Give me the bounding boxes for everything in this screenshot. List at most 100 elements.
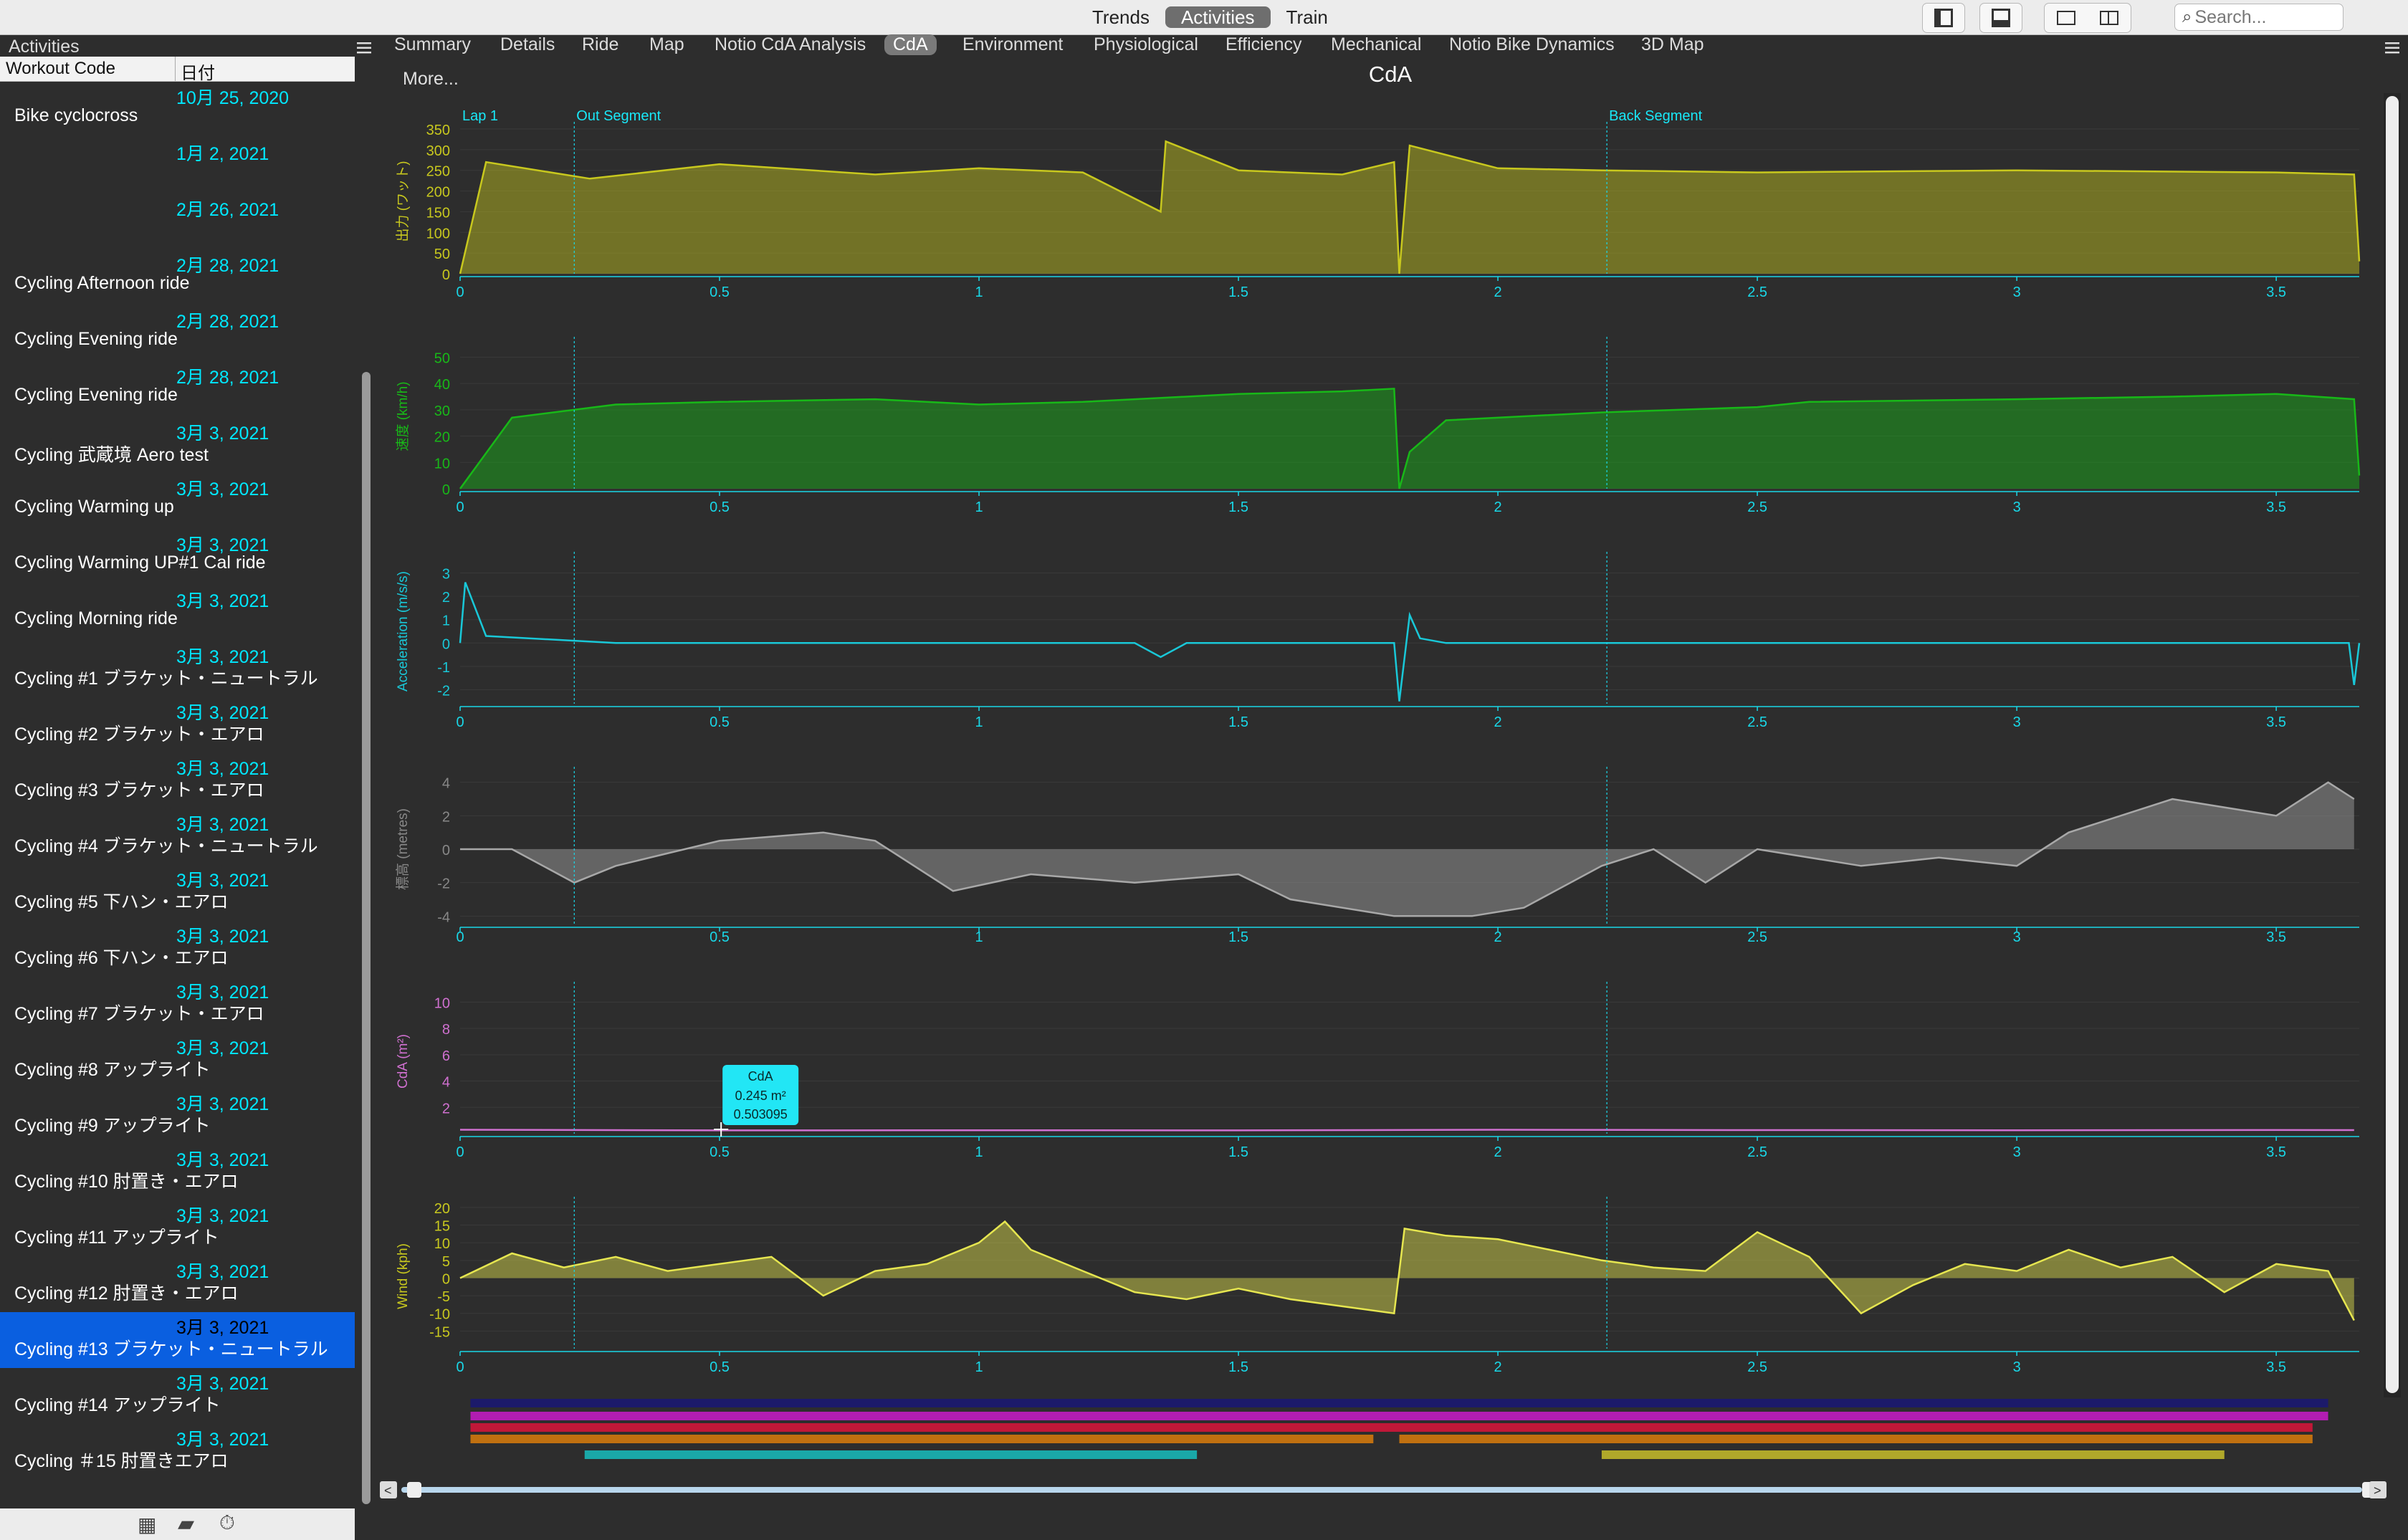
activity-row[interactable]: 3月 3, 2021 Cycling #4 ブラケット・ニュートラル — [0, 809, 355, 865]
activity-name: Cycling Evening ride — [14, 385, 178, 405]
interval-label[interactable]: Lap 1 — [462, 108, 498, 124]
interval-bar[interactable] — [470, 1399, 2328, 1407]
x-tick-label: 0.5 — [710, 1144, 730, 1160]
zoom-track[interactable] — [401, 1487, 2362, 1493]
chevron-left-icon: < — [384, 1483, 392, 1498]
zoom-scrollbar[interactable]: < > — [380, 1479, 2386, 1501]
activity-row[interactable]: 3月 3, 2021 Cycling ＃15 肘置きエアロ — [0, 1424, 355, 1480]
y-tick-label: 150 — [426, 205, 450, 221]
y-axis-label: 速度 (km/h) — [395, 381, 411, 451]
activity-row[interactable]: 10月 25, 2020 Bike cyclocross — [0, 82, 355, 138]
tab-3d-map[interactable]: 3D Map — [1641, 34, 1704, 55]
toggle-bottom-panel-button[interactable] — [1979, 3, 2022, 33]
interval-bar[interactable] — [470, 1423, 2313, 1432]
calendar-icon[interactable]: ▦ — [138, 1513, 156, 1536]
x-tick-label: 0.5 — [710, 499, 730, 515]
y-tick-label: 200 — [426, 185, 450, 201]
y-tick-label: 4 — [442, 776, 450, 792]
y-tick-label: -10 — [429, 1307, 450, 1323]
activity-row[interactable]: 3月 3, 2021 Cycling #8 アップライト — [0, 1033, 355, 1089]
interval-bar[interactable] — [584, 1450, 1198, 1459]
series-area — [460, 388, 2359, 489]
tiled-layout-icon[interactable] — [2100, 11, 2118, 25]
activity-row[interactable]: 3月 3, 2021 Cycling #11 アップライト — [0, 1200, 355, 1256]
activity-row[interactable]: 2月 26, 2021 — [0, 194, 355, 250]
activity-row[interactable]: 2月 28, 2021 Cycling Evening ride — [0, 306, 355, 362]
activity-row[interactable]: 2月 28, 2021 Cycling Afternoon ride — [0, 250, 355, 306]
tab-notio-cda-analysis[interactable]: Notio CdA Analysis — [715, 34, 866, 55]
tab-mechanical[interactable]: Mechanical — [1331, 34, 1421, 55]
activity-row[interactable]: 3月 3, 2021 Cycling #7 ブラケット・エアロ — [0, 977, 355, 1033]
folder-icon[interactable]: ▰ — [178, 1511, 194, 1536]
activity-row[interactable]: 3月 3, 2021 Cycling #3 ブラケット・エアロ — [0, 753, 355, 809]
activity-row[interactable]: 3月 3, 2021 Cycling #13 ブラケット・ニュートラル — [0, 1312, 355, 1368]
tab-ride[interactable]: Ride — [582, 34, 618, 55]
tab-cda[interactable]: CdA — [884, 34, 937, 55]
y-axis-label: CdA (m²) — [396, 1034, 411, 1089]
single-layout-icon[interactable] — [2057, 11, 2075, 25]
tab-physiological[interactable]: Physiological — [1094, 34, 1198, 55]
x-tick-label: 3.5 — [2266, 1144, 2286, 1160]
activity-name: Cycling Warming UP#1 Cal ride — [14, 553, 266, 573]
activity-row[interactable]: 3月 3, 2021 Cycling Morning ride — [0, 585, 355, 641]
series-line — [459, 1129, 2354, 1132]
activity-row[interactable]: 1月 2, 2021 — [0, 138, 355, 194]
tab-details[interactable]: Details — [500, 34, 555, 55]
activity-row[interactable]: 2月 28, 2021 Cycling Evening ride — [0, 362, 355, 418]
sidebar-bottom-toolbar: ▦ ▰ ⏱ — [0, 1508, 355, 1540]
tab-summary[interactable]: Summary — [394, 34, 471, 55]
y-tick-label: 20 — [434, 1201, 450, 1217]
search-field[interactable]: ⌕ Search... — [2174, 4, 2344, 31]
interval-bar[interactable] — [470, 1435, 1374, 1443]
tab-efficiency[interactable]: Efficiency — [1226, 34, 1302, 55]
x-tick-label: 3.5 — [2266, 1359, 2286, 1375]
y-tick-label: 0 — [442, 267, 450, 283]
activity-name: Cycling #10 肘置き・エアロ — [14, 1172, 239, 1192]
y-tick-label: 100 — [426, 226, 450, 241]
interval-label[interactable]: Out Segment — [576, 108, 661, 124]
activity-row[interactable]: 3月 3, 2021 Cycling #12 肘置き・エアロ — [0, 1256, 355, 1312]
activity-row[interactable]: 3月 3, 2021 Cycling #10 肘置き・エアロ — [0, 1144, 355, 1200]
interval-bar[interactable] — [1601, 1450, 2225, 1459]
vertical-scrollbar-thumb[interactable] — [2386, 96, 2399, 1393]
chevron-right-icon: > — [2374, 1483, 2381, 1498]
y-tick-label: 10 — [434, 456, 450, 472]
activity-name: Cycling #4 ブラケット・ニュートラル — [14, 836, 318, 856]
x-tick-label: 3 — [2013, 499, 2021, 515]
column-workout-code[interactable]: Workout Code — [6, 59, 115, 79]
activity-row[interactable]: 3月 3, 2021 Cycling #2 ブラケット・エアロ — [0, 697, 355, 753]
interval-label[interactable]: Back Segment — [1609, 108, 1703, 124]
view-trends[interactable]: Trends — [1076, 6, 1165, 28]
activity-row[interactable]: 3月 3, 2021 Cycling #14 アップライト — [0, 1368, 355, 1424]
sidebar-scrollbar[interactable] — [362, 372, 371, 1504]
activity-row[interactable]: 3月 3, 2021 Cycling Warming UP#1 Cal ride — [0, 530, 355, 585]
activity-date: 2月 26, 2021 — [176, 200, 280, 220]
tab-notio-bike-dynamics[interactable]: Notio Bike Dynamics — [1449, 34, 1615, 55]
activity-row[interactable]: 3月 3, 2021 Cycling 武蔵境 Aero test — [0, 418, 355, 474]
activity-row[interactable]: 3月 3, 2021 Cycling #9 アップライト — [0, 1089, 355, 1144]
activity-row[interactable]: 3月 3, 2021 Cycling #6 下ハン・エアロ — [0, 921, 355, 977]
y-tick-label: 8 — [442, 1022, 450, 1038]
sidebar-menu-icon[interactable] — [355, 40, 373, 56]
view-train[interactable]: Train — [1271, 6, 1344, 28]
activity-name: Cycling #6 下ハン・エアロ — [14, 948, 229, 968]
tab-map[interactable]: Map — [649, 34, 684, 55]
ride-plot[interactable]: 050100150200250300350出力 (ワット)0 0.5 1 1.5 2 2.… — [380, 57, 2379, 1478]
activity-row[interactable]: 3月 3, 2021 Cycling #1 ブラケット・ニュートラル — [0, 641, 355, 697]
stopwatch-icon[interactable]: ⏱ — [219, 1511, 235, 1535]
x-tick-label: 3.5 — [2266, 714, 2286, 730]
tab-environment[interactable]: Environment — [962, 34, 1063, 55]
column-date[interactable]: 日付 — [181, 59, 215, 84]
x-tick-label: 1 — [975, 1359, 983, 1375]
series-area — [460, 141, 2359, 274]
activity-row[interactable]: 3月 3, 2021 Cycling #5 下ハン・エアロ — [0, 865, 355, 921]
interval-bar[interactable] — [1399, 1435, 2313, 1443]
chart-menu-icon[interactable] — [2384, 40, 2401, 56]
view-activities[interactable]: Activities — [1165, 6, 1271, 28]
interval-bar[interactable] — [470, 1412, 2328, 1420]
zoom-left-handle[interactable] — [407, 1482, 421, 1498]
toggle-sidebar-button[interactable] — [1922, 3, 1965, 33]
activity-date: 3月 3, 2021 — [176, 591, 269, 611]
activity-row[interactable]: 3月 3, 2021 Cycling Warming up — [0, 474, 355, 530]
x-tick-label: 1 — [975, 284, 983, 300]
